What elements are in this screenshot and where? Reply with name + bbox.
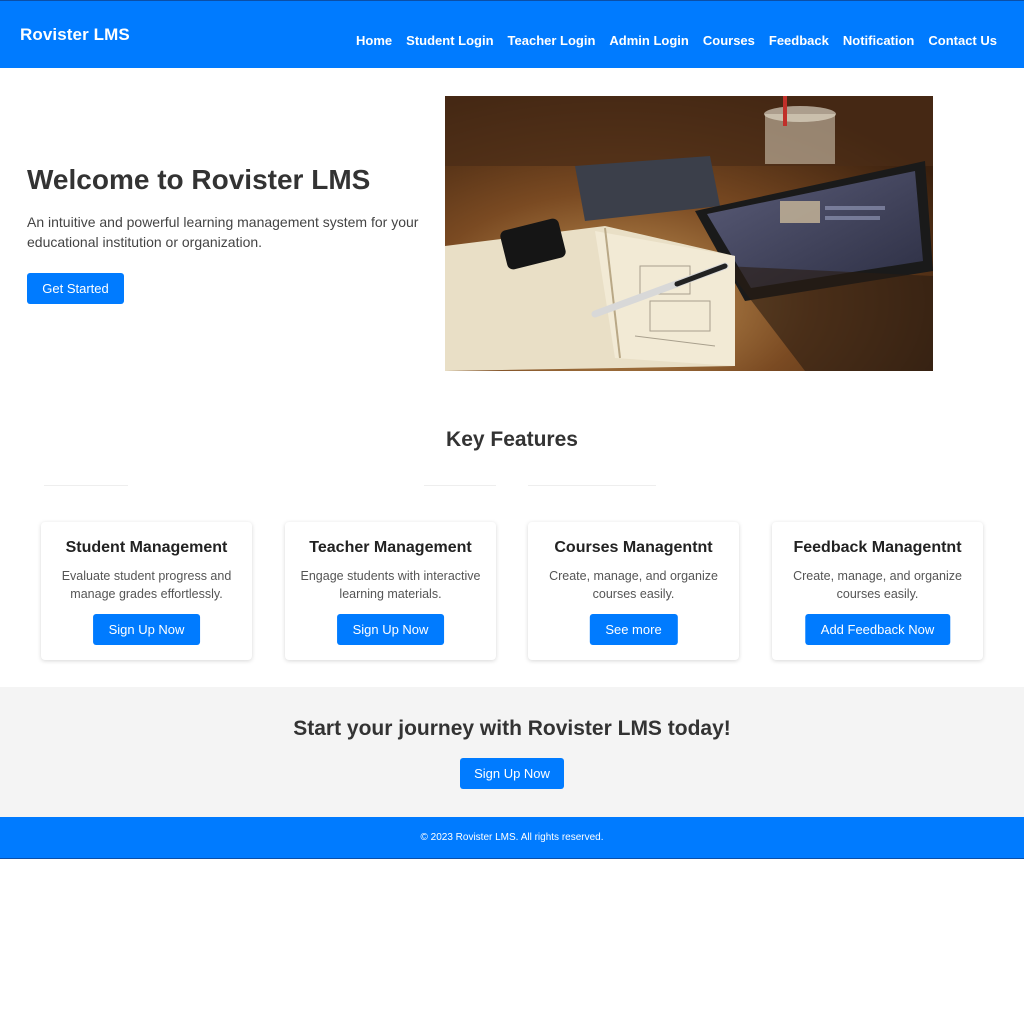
features-title: Key Features [446, 428, 578, 451]
navbar: Rovister LMS Home Student Login Teacher … [0, 0, 1024, 68]
hero-image [445, 96, 933, 371]
card-description: Create, manage, and organize courses eas… [793, 569, 962, 601]
cta-sign-up-button[interactable]: Sign Up Now [460, 758, 564, 789]
nav-link-notification[interactable]: Notification [843, 33, 915, 48]
feature-card-courses-management: Courses Managentnt Create, manage, and o… [528, 522, 739, 660]
nav-link-contact-us[interactable]: Contact Us [928, 33, 997, 48]
card-title: Teacher Management [309, 539, 472, 556]
divider [528, 485, 656, 486]
feature-card-teacher-management: Teacher Management Engage students with … [285, 522, 496, 660]
card-title: Feedback Managentnt [793, 539, 962, 556]
nav-link-home[interactable]: Home [356, 33, 392, 48]
nav-menu: Home Student Login Teacher Login Admin L… [356, 33, 997, 48]
hero-title: Welcome to Rovister LMS [27, 164, 371, 195]
brand-logo-text[interactable]: Rovister LMS [20, 25, 130, 45]
divider [424, 485, 496, 486]
nav-link-courses[interactable]: Courses [703, 33, 755, 48]
teacher-sign-up-button[interactable]: Sign Up Now [336, 614, 445, 645]
add-feedback-button[interactable]: Add Feedback Now [804, 614, 951, 645]
nav-link-teacher-login[interactable]: Teacher Login [508, 33, 596, 48]
footer: © 2023 Rovister LMS. All rights reserved… [0, 817, 1024, 859]
cta-title: Start your journey with Rovister LMS tod… [293, 717, 731, 740]
divider [44, 485, 128, 486]
nav-link-student-login[interactable]: Student Login [406, 33, 493, 48]
card-description: Evaluate student progress and manage gra… [61, 569, 232, 601]
feature-card-feedback-management: Feedback Managentnt Create, manage, and … [772, 522, 983, 660]
nav-link-feedback[interactable]: Feedback [769, 33, 829, 48]
copyright-text: © 2023 Rovister LMS. All rights reserved… [420, 832, 604, 843]
card-description: Engage students with interactive learnin… [300, 569, 481, 601]
nav-link-admin-login[interactable]: Admin Login [609, 33, 688, 48]
student-sign-up-button[interactable]: Sign Up Now [92, 614, 201, 645]
get-started-button[interactable]: Get Started [27, 273, 124, 304]
card-title: Courses Managentnt [554, 539, 713, 556]
card-title: Student Management [65, 539, 228, 556]
card-description: Create, manage, and organize courses eas… [549, 569, 718, 601]
feature-card-student-management: Student Management Evaluate student prog… [41, 522, 252, 660]
hero-description: An intuitive and powerful learning manag… [27, 214, 419, 250]
see-more-button[interactable]: See more [589, 614, 678, 645]
cta-section: Start your journey with Rovister LMS tod… [0, 687, 1024, 817]
